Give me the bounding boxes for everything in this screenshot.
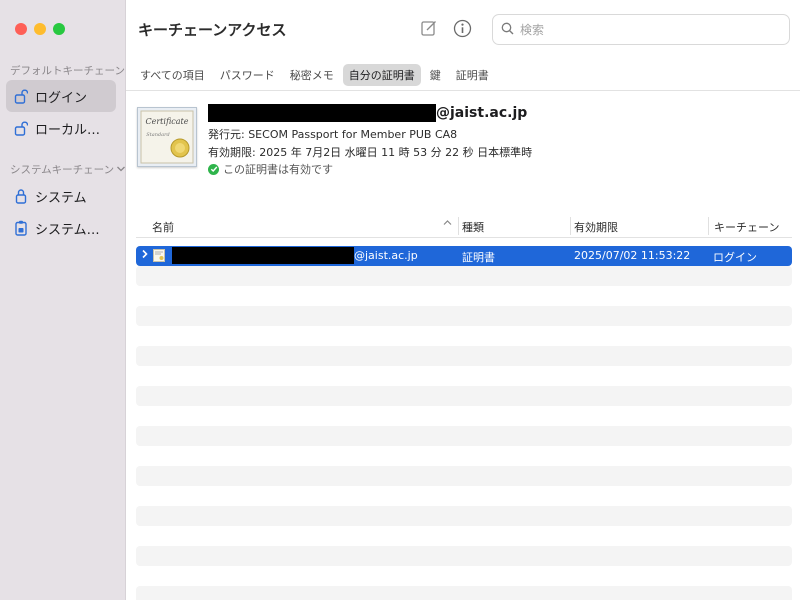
search-field[interactable] xyxy=(492,14,790,45)
empty-row xyxy=(136,446,792,466)
sidebar-item-label: ローカル項目 xyxy=(35,122,111,138)
search-input[interactable] xyxy=(520,22,770,37)
cabinet-lock-icon xyxy=(14,220,28,236)
empty-row xyxy=(136,326,792,346)
row-name-domain: @jaist.ac.jp xyxy=(354,249,418,262)
certificate-list: @jaist.ac.jp 証明書 2025/07/02 11:53:22 ログイ… xyxy=(136,246,792,600)
certificate-expiry: 有効期限: 2025 年 7月2日 水曜日 11 時 53 分 22 秒 日本標… xyxy=(208,146,533,159)
empty-row xyxy=(136,486,792,506)
certificate-icon: Certificate Standard xyxy=(137,107,197,167)
certificate-name: @jaist.ac.jp xyxy=(208,104,527,122)
empty-row xyxy=(136,566,792,586)
header-divider xyxy=(126,90,800,91)
tab-certificates[interactable]: 証明書 xyxy=(450,64,495,86)
redacted-name-block xyxy=(208,104,436,122)
search-icon xyxy=(501,20,514,39)
info-icon[interactable] xyxy=(452,18,472,38)
column-separator[interactable] xyxy=(458,217,459,235)
empty-row xyxy=(136,266,792,286)
tab-all-items[interactable]: すべての項目 xyxy=(134,64,211,86)
empty-row xyxy=(136,306,792,326)
tab-keys[interactable]: 鍵 xyxy=(424,64,447,86)
empty-row xyxy=(136,586,792,600)
sidebar-item-label: システム xyxy=(35,190,87,206)
certificate-status-text: この証明書は有効です xyxy=(223,163,333,176)
sidebar-section-default: デフォルトキーチェーン xyxy=(10,63,125,78)
empty-row xyxy=(136,346,792,366)
unlocked-lock-icon xyxy=(14,120,28,136)
category-tabs: すべての項目 パスワード 秘密メモ 自分の証明書 鍵 証明書 xyxy=(134,64,498,86)
empty-row xyxy=(136,546,792,566)
chevron-down-icon xyxy=(116,164,126,176)
sidebar-item-label: システムル… xyxy=(35,222,111,238)
sidebar-item-local-items[interactable]: ローカル項目 xyxy=(6,112,116,144)
window-title: キーチェーンアクセス xyxy=(138,21,287,39)
tab-secure-notes[interactable]: 秘密メモ xyxy=(284,64,340,86)
certificate-issuer: 発行元: SECOM Passport for Member PUB CA8 xyxy=(208,128,458,141)
empty-row xyxy=(136,366,792,386)
empty-row xyxy=(136,506,792,526)
unlocked-lock-icon xyxy=(14,88,28,104)
zoom-window-button[interactable] xyxy=(53,23,65,35)
disclosure-chevron-icon[interactable] xyxy=(140,248,150,263)
column-header-expires[interactable]: 有効期限 xyxy=(574,219,618,235)
sidebar-section-system-label: システムキーチェーン xyxy=(10,164,115,176)
column-header-keychain[interactable]: キーチェーン xyxy=(714,219,779,235)
row-kind: 証明書 xyxy=(462,251,495,264)
close-window-button[interactable] xyxy=(15,23,27,35)
empty-row xyxy=(136,386,792,406)
certificate-status: この証明書は有効です xyxy=(208,161,333,177)
table-header: 名前 種類 有効期限 キーチェーン xyxy=(136,214,792,238)
column-header-kind[interactable]: 種類 xyxy=(462,219,484,235)
minimize-window-button[interactable] xyxy=(34,23,46,35)
sidebar-item-system-roots[interactable]: システムル… xyxy=(6,212,116,244)
table-row[interactable]: @jaist.ac.jp 証明書 2025/07/02 11:53:22 ログイ… xyxy=(136,246,792,266)
window-controls xyxy=(15,23,65,35)
row-keychain: ログイン xyxy=(713,251,757,264)
column-separator[interactable] xyxy=(570,217,571,235)
tab-my-certificates[interactable]: 自分の証明書 xyxy=(342,64,421,86)
checkmark-icon xyxy=(208,163,219,175)
sidebar-item-label: ログイン xyxy=(35,90,88,106)
empty-row xyxy=(136,526,792,546)
sidebar: デフォルトキーチェーン ログイン ローカル項目 システムキーチェーン システム … xyxy=(0,0,126,600)
sidebar-item-login[interactable]: ログイン xyxy=(6,80,116,112)
svg-text:Standard: Standard xyxy=(146,132,169,138)
empty-row xyxy=(136,406,792,426)
sidebar-item-system[interactable]: システム xyxy=(6,180,116,212)
empty-row xyxy=(136,426,792,446)
sidebar-section-system[interactable]: システムキーチェーン xyxy=(10,162,126,177)
row-expires: 2025/07/02 11:53:22 xyxy=(574,249,691,262)
certificate-small-icon xyxy=(153,249,165,265)
compose-icon[interactable] xyxy=(419,18,439,38)
column-separator[interactable] xyxy=(708,217,709,235)
sort-ascending-icon[interactable] xyxy=(443,219,452,229)
svg-text:Certificate: Certificate xyxy=(146,117,189,126)
certificate-domain: @jaist.ac.jp xyxy=(436,105,528,121)
column-header-name[interactable]: 名前 xyxy=(152,219,174,235)
redacted-name-block xyxy=(172,247,354,267)
sidebar-section-default-label: デフォルトキーチェーン xyxy=(10,65,125,77)
empty-row xyxy=(136,286,792,306)
locked-lock-icon xyxy=(14,188,28,204)
empty-row xyxy=(136,466,792,486)
tab-passwords[interactable]: パスワード xyxy=(214,64,281,86)
